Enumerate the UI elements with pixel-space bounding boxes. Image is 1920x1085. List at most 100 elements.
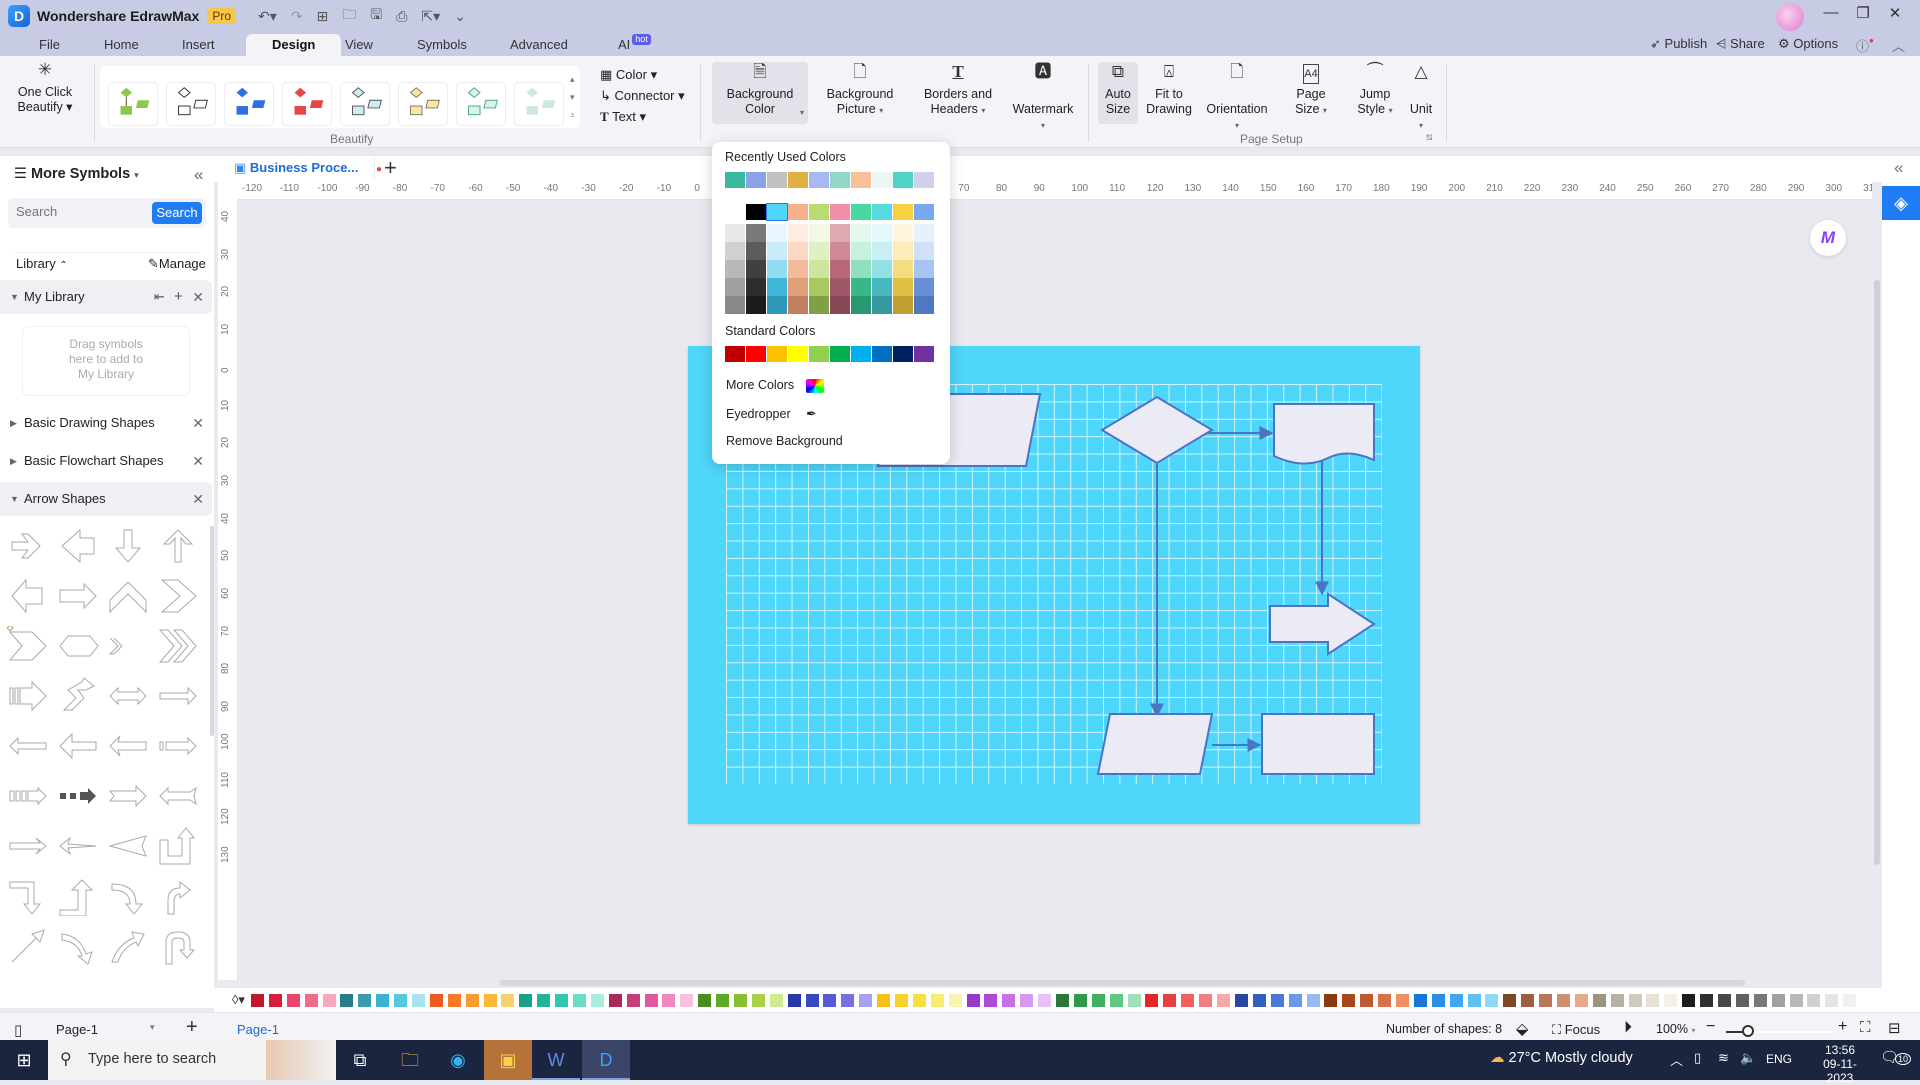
theme-color-swatch-shade[interactable]	[746, 278, 766, 296]
color-dropdown[interactable]: ▦ Color ▾	[600, 67, 657, 83]
palette-color-swatch[interactable]	[1592, 993, 1606, 1007]
theme-color-swatch-shade[interactable]	[851, 242, 871, 260]
palette-color-swatch[interactable]	[608, 993, 622, 1007]
panel-scrollbar[interactable]	[210, 526, 214, 736]
zoom-out-button[interactable]: −	[1706, 1018, 1715, 1036]
theme-color-swatch-shade[interactable]	[851, 260, 871, 278]
user-avatar[interactable]	[1776, 3, 1804, 31]
theme-color-swatch-shade[interactable]	[851, 278, 871, 296]
recent-color-swatch[interactable]	[746, 172, 766, 188]
theme-card-green[interactable]	[108, 82, 158, 126]
file-explorer-icon[interactable]: 🗀	[386, 1040, 434, 1080]
standard-color-swatch[interactable]	[893, 346, 913, 362]
palette-color-swatch[interactable]	[1556, 993, 1570, 1007]
theme-color-swatch-shade[interactable]	[914, 260, 934, 278]
theme-color-swatch-shade[interactable]	[830, 224, 850, 242]
decision-diamond[interactable]	[1100, 395, 1214, 465]
palette-color-swatch[interactable]	[626, 993, 640, 1007]
page-tab-active[interactable]: Page-1	[237, 1022, 279, 1037]
theme-color-swatch-base[interactable]	[893, 204, 913, 220]
theme-color-swatch-shade[interactable]	[893, 242, 913, 260]
palette-color-swatch[interactable]	[930, 993, 944, 1007]
theme-color-swatch-shade[interactable]	[809, 296, 829, 314]
palette-color-swatch[interactable]	[662, 993, 676, 1007]
print-icon[interactable]: ⎙	[396, 8, 407, 25]
theme-color-swatch-shade[interactable]	[914, 242, 934, 260]
theme-color-swatch-shade[interactable]	[914, 224, 934, 242]
watermark-button[interactable]: 🅰 Watermark ▾	[1008, 62, 1078, 133]
corner-down-arrow-shape[interactable]	[6, 876, 50, 916]
palette-color-swatch[interactable]	[572, 993, 586, 1007]
text-dropdown[interactable]: T Text ▾	[600, 109, 646, 125]
theme-card-blue[interactable]	[224, 82, 274, 126]
theme-color-swatch-shade[interactable]	[872, 260, 892, 278]
palette-color-swatch[interactable]	[680, 993, 694, 1007]
library-toggle[interactable]: Library ⌃	[16, 256, 68, 271]
palette-color-swatch[interactable]	[859, 993, 873, 1007]
theme-color-swatch-shade[interactable]	[893, 260, 913, 278]
palette-color-swatch[interactable]	[841, 993, 855, 1007]
gallery-scroll[interactable]: ▴ ▾ ⩡	[570, 70, 575, 124]
page-setup-expand-icon[interactable]: ⧅	[1426, 132, 1432, 143]
orientation-button[interactable]: 🗋 Orientation ▾	[1202, 62, 1272, 133]
category-basic-drawing-shapes[interactable]: ▶ Basic Drawing Shapes ✕	[0, 406, 212, 440]
thin-left-arrow-shape[interactable]	[6, 726, 50, 766]
palette-color-swatch[interactable]	[1324, 993, 1338, 1007]
standard-color-swatch[interactable]	[788, 346, 808, 362]
palette-color-swatch[interactable]	[1306, 993, 1320, 1007]
standard-color-swatch[interactable]	[851, 346, 871, 362]
palette-color-swatch[interactable]	[1270, 993, 1284, 1007]
palette-color-swatch[interactable]	[1610, 993, 1624, 1007]
edrawmax-taskbar-icon[interactable]: D	[582, 1040, 630, 1080]
spear-left-shape[interactable]	[56, 826, 100, 866]
process-rectangle[interactable]	[1261, 713, 1375, 775]
my-library-row[interactable]: ▼ My Library ⇤ + ✕	[0, 280, 212, 314]
palette-color-swatch[interactable]	[501, 993, 515, 1007]
theme-card-faded[interactable]	[514, 82, 564, 126]
left-arrow-wide-shape[interactable]	[56, 726, 100, 766]
unit-button[interactable]: △ Unit ▾	[1406, 62, 1436, 133]
share-button[interactable]: ⩤ Share	[1716, 36, 1765, 52]
theme-color-swatch-base[interactable]	[830, 204, 850, 220]
palette-color-swatch[interactable]	[1181, 993, 1195, 1007]
theme-color-swatch-shade[interactable]	[893, 296, 913, 314]
language-indicator[interactable]: ENG	[1766, 1052, 1792, 1066]
taskbar-search-box[interactable]: ⚲ Type here to search	[48, 1040, 336, 1080]
palette-color-swatch[interactable]	[1163, 993, 1177, 1007]
palette-color-swatch[interactable]	[1521, 993, 1535, 1007]
palette-color-swatch[interactable]	[590, 993, 604, 1007]
tab-symbols[interactable]: Symbols	[405, 34, 479, 56]
restore-button[interactable]: ❐	[1846, 4, 1880, 22]
zoom-slider-thumb[interactable]	[1742, 1025, 1754, 1037]
standard-color-swatch[interactable]	[914, 346, 934, 362]
recent-color-swatch[interactable]	[809, 172, 829, 188]
chevron-down-icon[interactable]: ▾	[800, 105, 804, 120]
recent-color-swatch[interactable]	[851, 172, 871, 188]
undo-icon[interactable]: ↶▾	[258, 8, 277, 25]
palette-color-swatch[interactable]	[1378, 993, 1392, 1007]
palette-color-swatch[interactable]	[1807, 993, 1821, 1007]
palette-color-swatch[interactable]	[1109, 993, 1123, 1007]
arrow-left-shape[interactable]	[56, 526, 100, 566]
dotted-block-arrow-shape[interactable]	[6, 776, 50, 816]
palette-color-swatch[interactable]	[1217, 993, 1231, 1007]
category-basic-flowchart-shapes[interactable]: ▶ Basic Flowchart Shapes ✕	[0, 444, 212, 478]
word-icon[interactable]: W	[532, 1040, 580, 1080]
tab-design[interactable]: Design	[246, 34, 342, 56]
play-presentation-icon[interactable]: ⏵	[1624, 1019, 1632, 1037]
theme-color-swatch-shade[interactable]	[830, 296, 850, 314]
close-icon[interactable]: ✕	[192, 406, 204, 440]
palette-color-swatch[interactable]	[912, 993, 926, 1007]
new-tab-button[interactable]: +	[384, 155, 397, 181]
symbol-search-button[interactable]: Search	[152, 202, 202, 224]
page-select[interactable]: Page-1 ▾	[56, 1022, 166, 1037]
recent-color-swatch[interactable]	[767, 172, 787, 188]
theme-color-swatch-base[interactable]	[788, 204, 808, 220]
palette-color-swatch[interactable]	[769, 993, 783, 1007]
palette-color-swatch[interactable]	[429, 993, 443, 1007]
close-icon[interactable]: ✕	[192, 280, 204, 314]
palette-color-swatch[interactable]	[1073, 993, 1087, 1007]
palette-color-swatch[interactable]	[1413, 993, 1427, 1007]
palette-color-swatch[interactable]	[877, 993, 891, 1007]
notifications-button[interactable]: 🗨10	[1880, 1048, 1912, 1066]
